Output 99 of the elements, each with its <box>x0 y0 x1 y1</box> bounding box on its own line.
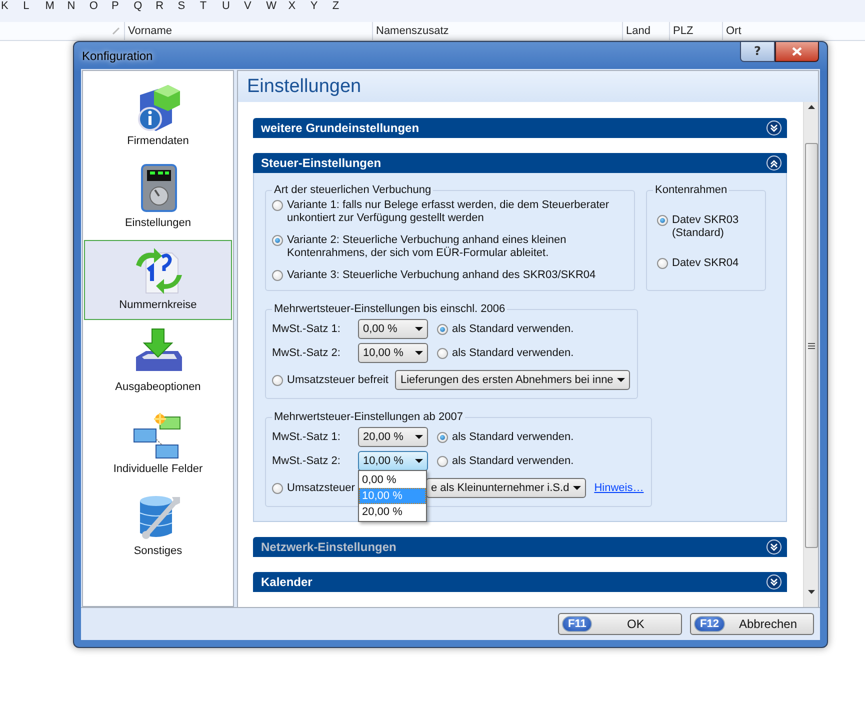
sort-icon <box>112 27 120 35</box>
grip-icon <box>808 342 814 348</box>
group-title: Mehrwertsteuer-Einstellungen ab 2007 <box>273 411 464 423</box>
dialog-button[interactable]: F11 OK <box>558 613 682 636</box>
panel-title: Einstellungen <box>247 76 362 98</box>
alphabet-letter[interactable]: L <box>23 0 46 12</box>
alphabet-letter[interactable]: S <box>178 0 200 12</box>
alphabet-letter[interactable]: T <box>200 0 222 12</box>
radio-button[interactable] <box>437 432 448 442</box>
group-title: Kontenrahmen <box>654 184 728 196</box>
option-label: Datev SKR03 (Standard) <box>672 214 740 240</box>
download-tray-icon <box>136 328 182 371</box>
dropdown-option[interactable]: 0,00 % <box>359 472 426 488</box>
alphabet-letter[interactable]: R <box>156 0 178 12</box>
sidebar-item[interactable]: Ausgabeoptionen <box>84 322 232 402</box>
alphabet-letter[interactable]: W <box>266 0 288 12</box>
alphabet-letter[interactable]: N <box>67 0 90 12</box>
radio-button[interactable] <box>272 270 283 281</box>
option-label: Variante 2: Steuerliche Verbuchung anhand eines kleinen Kontenrahmens, der sich vom EÜR-Formular ableitet. <box>287 234 568 260</box>
alphabet-letter[interactable]: K <box>1 0 24 12</box>
column-header[interactable]: Vorname <box>124 22 372 40</box>
group-title: Art der steuerlichen Verbuchung <box>273 184 432 196</box>
alphabet-letter[interactable]: P <box>111 0 134 12</box>
sidebar-item[interactable]: Individuelle Felder <box>84 404 232 484</box>
sidebar-item[interactable]: Firmendaten <box>84 76 232 156</box>
dropdown[interactable]: e als Kleinunternehmer i.S.d <box>426 478 586 498</box>
linked-boxes-icon <box>134 412 180 458</box>
scroll-down-icon <box>808 590 814 594</box>
option-label: als Standard verwenden. <box>452 346 574 360</box>
caret-icon <box>573 486 582 490</box>
close-button[interactable] <box>775 42 819 62</box>
option-label: Datev SKR04 <box>672 257 740 270</box>
arrows-numbers-icon <box>136 248 182 294</box>
column-header[interactable]: PLZ <box>669 22 722 40</box>
radio-button[interactable] <box>437 348 448 358</box>
knob-device-icon <box>141 164 177 212</box>
column-header[interactable]: Ort <box>722 22 862 40</box>
cube-info-icon <box>138 85 180 131</box>
radio-button[interactable] <box>437 456 448 466</box>
expand-icon <box>766 539 782 555</box>
option-label: Variante 1: falls nur Belege erfasst werden, die dem Steuerberater unkontiert zur Verfügung gestellt werden <box>287 199 610 225</box>
alphabet-letter[interactable]: Z <box>332 0 354 12</box>
dropdown[interactable]: 10,00 % <box>358 451 428 471</box>
hint-link[interactable]: Hinweis… <box>594 482 644 494</box>
caret-icon <box>415 327 423 331</box>
sidebar-item[interactable]: Einstellungen <box>84 158 232 238</box>
sidebar-item[interactable]: Nummernkreise <box>84 240 232 320</box>
option-label: als Standard verwenden. <box>452 322 574 336</box>
sidebar-item[interactable]: Sonstiges <box>84 486 232 566</box>
column-header[interactable]: Namenszusatz <box>372 22 622 40</box>
dropdown[interactable]: 0,00 % <box>358 319 428 339</box>
close-icon <box>792 47 802 56</box>
radio-button[interactable] <box>437 324 448 334</box>
scroll-up-icon <box>808 105 814 109</box>
dropdown-option[interactable]: 20,00 % <box>359 504 426 520</box>
key-badge: F11 <box>562 616 592 632</box>
radio-button[interactable] <box>272 482 283 494</box>
alphabet-letter[interactable]: M <box>45 0 68 12</box>
radio-button[interactable] <box>272 200 283 211</box>
field-label: MwSt.-Satz 1: <box>272 431 342 443</box>
field-label: MwSt.-Satz 2: <box>272 347 342 359</box>
field-label: MwSt.-Satz 2: <box>272 455 342 467</box>
dialog-button[interactable]: F12 Abbrechen <box>690 613 814 636</box>
section-header[interactable]: weitere Grundeinstellungen <box>253 118 787 138</box>
section-header[interactable]: Kalender <box>253 572 787 592</box>
option-label: als Standard verwenden. <box>452 430 574 444</box>
group-title: Mehrwertsteuer-Einstellungen bis einschl. 2006 <box>273 303 506 315</box>
radio-button[interactable] <box>657 258 668 269</box>
alphabet-letter[interactable]: Y <box>310 0 332 12</box>
caret-icon <box>617 378 626 382</box>
radio-button[interactable] <box>272 374 283 386</box>
caret-icon <box>415 435 423 439</box>
collapse-icon <box>766 155 782 171</box>
option-label: Umsatzsteuer <box>287 482 355 494</box>
section-header[interactable]: Steuer-Einstellungen <box>253 153 787 173</box>
column-header[interactable]: Land <box>622 22 669 40</box>
dropdown[interactable]: 10,00 % <box>358 343 428 363</box>
key-badge: F12 <box>694 616 725 632</box>
database-wrench-icon <box>140 496 180 539</box>
alphabet-letter[interactable]: X <box>288 0 310 12</box>
window-title: Konfiguration <box>82 48 153 62</box>
option-label: Variante 3: Steuerliche Verbuchung anhand des SKR03/SKR04 <box>287 269 597 282</box>
field-label: MwSt.-Satz 1: <box>272 323 342 335</box>
expand-icon <box>766 574 782 590</box>
alphabet-letter[interactable]: Q <box>134 0 156 12</box>
alphabet-letter[interactable]: O <box>89 0 112 12</box>
caret-icon <box>415 351 423 355</box>
scrollbar[interactable] <box>803 102 818 608</box>
alphabet-letter[interactable]: U <box>222 0 244 12</box>
expand-icon <box>766 120 782 136</box>
dropdown[interactable]: Lieferungen des ersten Abnehmers bei inne <box>395 370 630 390</box>
alphabet-letter[interactable]: V <box>244 0 266 12</box>
option-label: Umsatzsteuer befreit <box>287 374 388 386</box>
radio-button[interactable] <box>657 215 668 226</box>
caret-icon <box>415 459 423 463</box>
dropdown[interactable]: 20,00 % <box>358 427 428 447</box>
radio-button[interactable] <box>272 235 283 246</box>
option-label: als Standard verwenden. <box>452 454 574 468</box>
help-button[interactable]: ? <box>740 42 775 62</box>
